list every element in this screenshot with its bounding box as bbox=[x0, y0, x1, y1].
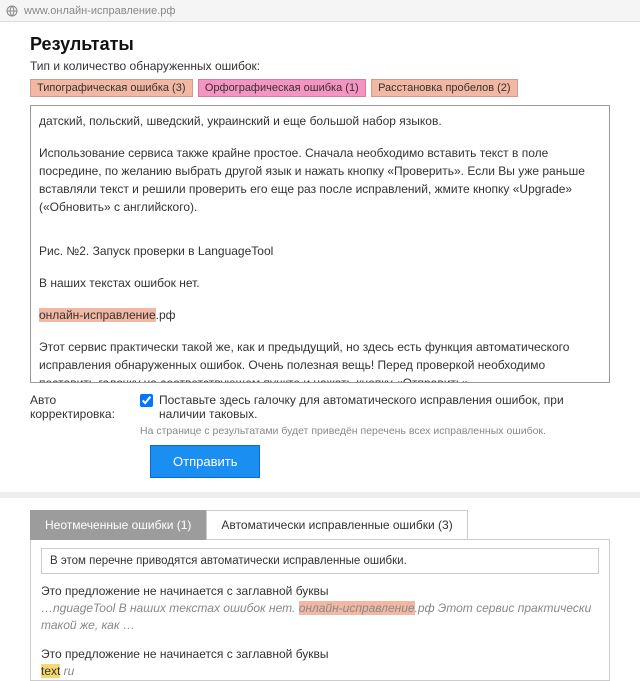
tab-unmarked[interactable]: Неотмеченные ошибки (1) bbox=[30, 510, 206, 540]
section-divider bbox=[0, 492, 640, 498]
url-text: www.онлайн-исправление.рф bbox=[24, 5, 175, 17]
badge-typo[interactable]: Типографическая ошибка (3) bbox=[30, 79, 193, 97]
main-content: Результаты Тип и количество обнаруженных… bbox=[0, 22, 640, 681]
text-input-area[interactable]: датский, польский, шведский, украинский … bbox=[30, 105, 610, 383]
highlight-spelling[interactable]: онлайн-исправление bbox=[39, 308, 156, 322]
error-item: Это предложение не начинается с заглавно… bbox=[41, 647, 599, 680]
text-line: В наших текстах ошибок нет. bbox=[39, 274, 601, 292]
autocorrect-row: Авто корректировка: Поставьте здесь гало… bbox=[30, 393, 610, 437]
address-bar[interactable]: www.онлайн-исправление.рф bbox=[0, 0, 640, 22]
results-tabs: Неотмеченные ошибки (1) Автоматически ис… bbox=[30, 510, 610, 539]
autocorrect-text: Поставьте здесь галочку для автоматическ… bbox=[159, 393, 610, 421]
tab-autofixed[interactable]: Автоматически исправленные ошибки (3) bbox=[206, 510, 467, 540]
results-panel: В этом перечне приводятся автоматически … bbox=[30, 539, 610, 681]
error-item: Это предложение не начинается с заглавно… bbox=[41, 584, 599, 635]
error-title: Это предложение не начинается с заглавно… bbox=[41, 647, 599, 661]
highlight-grammar[interactable]: text bbox=[41, 664, 60, 678]
error-context: …nguageTool В наших текстах ошибок нет. … bbox=[41, 600, 599, 635]
badge-spacing[interactable]: Расстановка пробелов (2) bbox=[371, 79, 518, 97]
text-line: онлайн-исправление.рф bbox=[39, 306, 601, 324]
text-line: Этот сервис практически такой же, как и … bbox=[39, 338, 601, 383]
text-line: датский, польский, шведский, украинский … bbox=[39, 112, 601, 130]
error-summary-label: Тип и количество обнаруженных ошибок: bbox=[30, 59, 610, 73]
badge-spelling[interactable]: Орфографическая ошибка (1) bbox=[198, 79, 366, 97]
page-title: Результаты bbox=[30, 34, 610, 55]
error-badges: Типографическая ошибка (3) Орфографическ… bbox=[30, 79, 610, 97]
text-line: Рис. №2. Запуск проверки в LanguageTool bbox=[39, 242, 601, 260]
autocorrect-hint: На странице с результатами будет приведё… bbox=[140, 425, 610, 437]
globe-icon bbox=[6, 5, 18, 17]
error-context: text ru bbox=[41, 663, 599, 680]
panel-intro: В этом перечне приводятся автоматически … bbox=[41, 548, 599, 574]
text-line: Использование сервиса также крайне прост… bbox=[39, 144, 601, 216]
error-title: Это предложение не начинается с заглавно… bbox=[41, 584, 599, 598]
submit-button[interactable]: Отправить bbox=[150, 445, 260, 478]
autocorrect-checkbox[interactable] bbox=[140, 394, 153, 407]
highlight-spelling[interactable]: онлайн-исправление bbox=[299, 601, 415, 615]
autocorrect-label: Авто корректировка: bbox=[30, 393, 140, 437]
